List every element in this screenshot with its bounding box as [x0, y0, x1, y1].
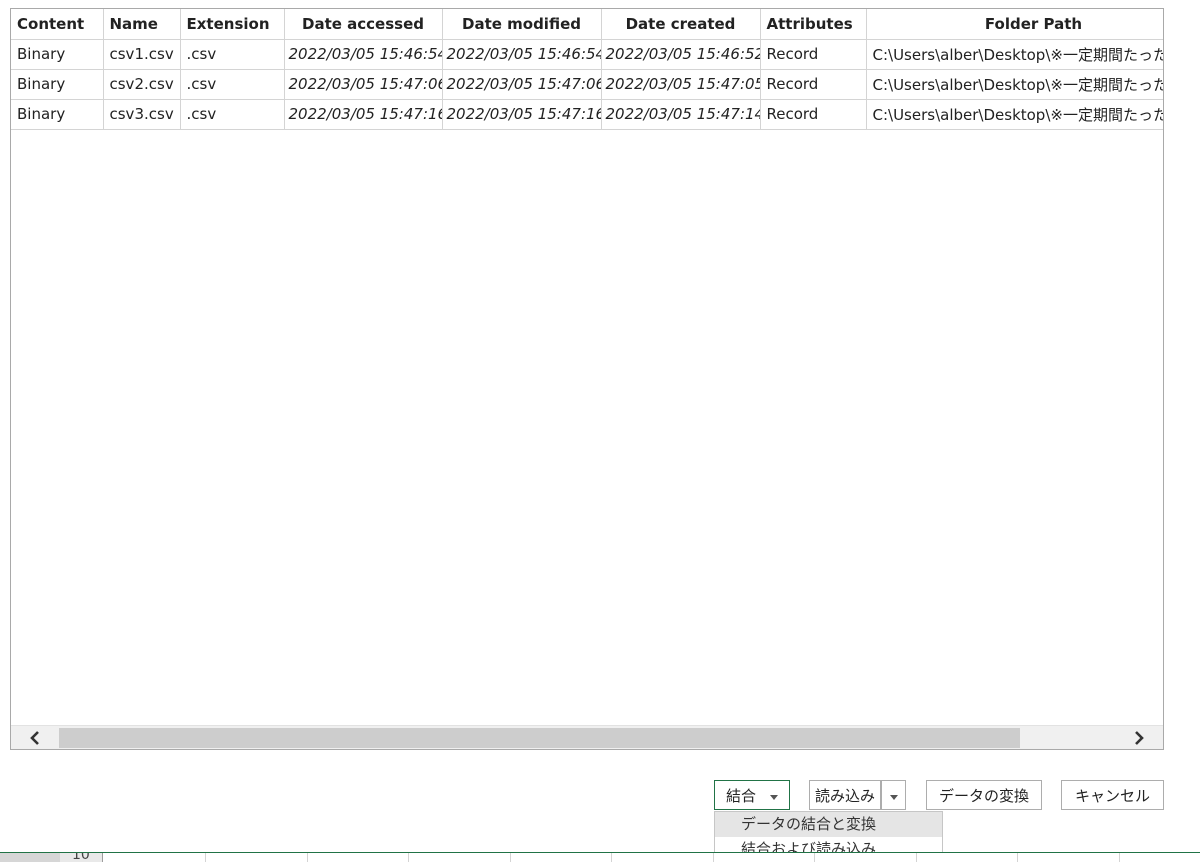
- cell-content: Binary: [11, 98, 104, 130]
- load-button-label: 読み込み: [814, 786, 875, 805]
- load-button[interactable]: 読み込み: [809, 780, 881, 810]
- column-header-content[interactable]: Content: [11, 9, 104, 40]
- scroll-right-button[interactable]: [1115, 726, 1163, 749]
- cell-content: Binary: [11, 68, 104, 100]
- combine-dropdown-button[interactable]: 結合: [714, 780, 790, 810]
- chevron-right-icon: [1135, 731, 1144, 745]
- file-preview-panel: Content Name Extension Date accessed Dat…: [10, 8, 1164, 750]
- file-list-table: Content Name Extension Date accessed Dat…: [11, 9, 1163, 130]
- cell-content: Binary: [11, 38, 104, 70]
- cell-date-accessed: 2022/03/05 15:47:16: [283, 98, 443, 130]
- cell-attributes: Record: [759, 68, 867, 100]
- cell-folder-path: C:\Users\alber\Desktop\※一定期間たった: [865, 98, 1163, 130]
- horizontal-scrollbar[interactable]: [11, 725, 1163, 749]
- cell-date-accessed: 2022/03/05 15:47:06: [283, 68, 443, 100]
- column-header-extension[interactable]: Extension: [179, 9, 285, 40]
- column-header-attributes[interactable]: Attributes: [759, 9, 867, 40]
- cell-name: csv3.csv: [102, 98, 181, 130]
- cell-extension: .csv: [179, 38, 285, 70]
- transform-button-label: データの変換: [938, 786, 1029, 805]
- cell-attributes: Record: [759, 38, 867, 70]
- cell-extension: .csv: [179, 68, 285, 100]
- column-header-date-accessed[interactable]: Date accessed: [283, 9, 443, 40]
- cell-date-created: 2022/03/05 15:47:14: [600, 98, 761, 130]
- cell-name: csv2.csv: [102, 68, 181, 100]
- column-header-date-modified[interactable]: Date modified: [441, 9, 602, 40]
- transform-data-button[interactable]: データの変換: [926, 780, 1042, 810]
- cell-date-accessed: 2022/03/05 15:46:54: [283, 38, 443, 70]
- table-header-row: Content Name Extension Date accessed Dat…: [11, 9, 1163, 40]
- table-row: Binary csv1.csv .csv 2022/03/05 15:46:54…: [11, 38, 1163, 70]
- worksheet-background: 10: [0, 852, 1200, 862]
- table-row: Binary csv2.csv .csv 2022/03/05 15:47:06…: [11, 68, 1163, 100]
- table-row: Binary csv3.csv .csv 2022/03/05 15:47:16…: [11, 98, 1163, 130]
- chevron-down-icon: [889, 786, 898, 804]
- column-header-folder-path[interactable]: Folder Path: [865, 9, 1163, 40]
- cell-folder-path: C:\Users\alber\Desktop\※一定期間たった: [865, 68, 1163, 100]
- load-dropdown-toggle[interactable]: [881, 780, 906, 810]
- cancel-button[interactable]: キャンセル: [1061, 780, 1164, 810]
- cell-date-modified: 2022/03/05 15:47:16: [441, 98, 602, 130]
- cell-date-created: 2022/03/05 15:47:05: [600, 68, 761, 100]
- cell-extension: .csv: [179, 98, 285, 130]
- menu-item-combine-and-transform[interactable]: データの結合と変換: [715, 812, 942, 837]
- cell-date-modified: 2022/03/05 15:46:54: [441, 38, 602, 70]
- combine-button-label: 結合: [725, 786, 756, 805]
- scroll-left-button[interactable]: [11, 726, 59, 749]
- chevron-left-icon: [30, 731, 39, 745]
- column-header-name[interactable]: Name: [102, 9, 181, 40]
- cancel-button-label: キャンセル: [1074, 786, 1150, 805]
- cell-date-modified: 2022/03/05 15:47:06: [441, 68, 602, 100]
- cell-date-created: 2022/03/05 15:46:52: [600, 38, 761, 70]
- cell-name: csv1.csv: [102, 38, 181, 70]
- chevron-down-icon: [770, 786, 778, 804]
- cell-attributes: Record: [759, 98, 867, 130]
- scrollbar-thumb[interactable]: [59, 728, 1020, 748]
- row-number: 10: [72, 853, 90, 862]
- column-header-date-created[interactable]: Date created: [600, 9, 761, 40]
- row-header: 10: [0, 853, 103, 862]
- cell-folder-path: C:\Users\alber\Desktop\※一定期間たった: [865, 38, 1163, 70]
